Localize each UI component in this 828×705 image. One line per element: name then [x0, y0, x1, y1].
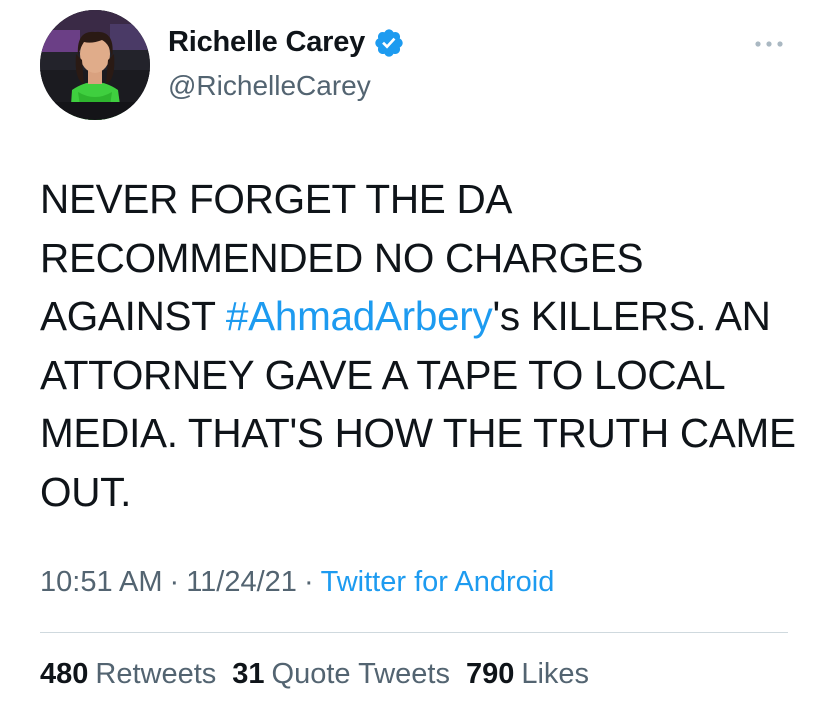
more-horizontal-icon[interactable] — [752, 36, 786, 52]
likes-count: 790 — [465, 658, 515, 690]
meta-separator: · — [169, 566, 180, 598]
avatar-photo — [40, 10, 150, 120]
author-display-name[interactable]: Richelle Carey — [168, 26, 365, 59]
avatar[interactable] — [40, 10, 150, 120]
tweet-card: Richelle Carey @RichelleCarey NEVER FORG… — [0, 0, 828, 705]
verified-badge-icon — [373, 27, 405, 59]
likes-label: Likes — [521, 658, 590, 690]
likes-stat[interactable]: 790 Likes — [466, 658, 589, 691]
quote-tweets-count: 31 — [232, 658, 265, 690]
author-handle[interactable]: @RichelleCarey — [168, 70, 371, 102]
tweet-source-link[interactable]: Twitter for Android — [321, 566, 555, 598]
engagement-stats: 480 Retweets 31 Quote Tweets 790 Likes — [40, 658, 605, 691]
tweet-meta: 10:51 AM · 11/24/21 · Twitter for Android — [40, 566, 554, 599]
tweet-text: NEVER FORGET THE DA RECOMMENDED NO CHARG… — [40, 170, 800, 521]
quote-tweets-stat[interactable]: 31 Quote Tweets — [232, 658, 450, 691]
meta-separator: · — [303, 566, 314, 598]
quote-tweets-label: Quote Tweets — [271, 658, 450, 690]
retweets-label: Retweets — [95, 658, 217, 690]
hashtag-link[interactable]: #AhmadArbery — [226, 293, 493, 339]
tweet-date[interactable]: 11/24/21 — [186, 566, 297, 598]
tweet-time[interactable]: 10:51 AM — [40, 566, 163, 598]
retweets-stat[interactable]: 480 Retweets — [40, 658, 216, 691]
divider — [40, 632, 788, 633]
retweets-count: 480 — [40, 658, 89, 690]
author-name-row[interactable]: Richelle Carey — [168, 26, 405, 59]
